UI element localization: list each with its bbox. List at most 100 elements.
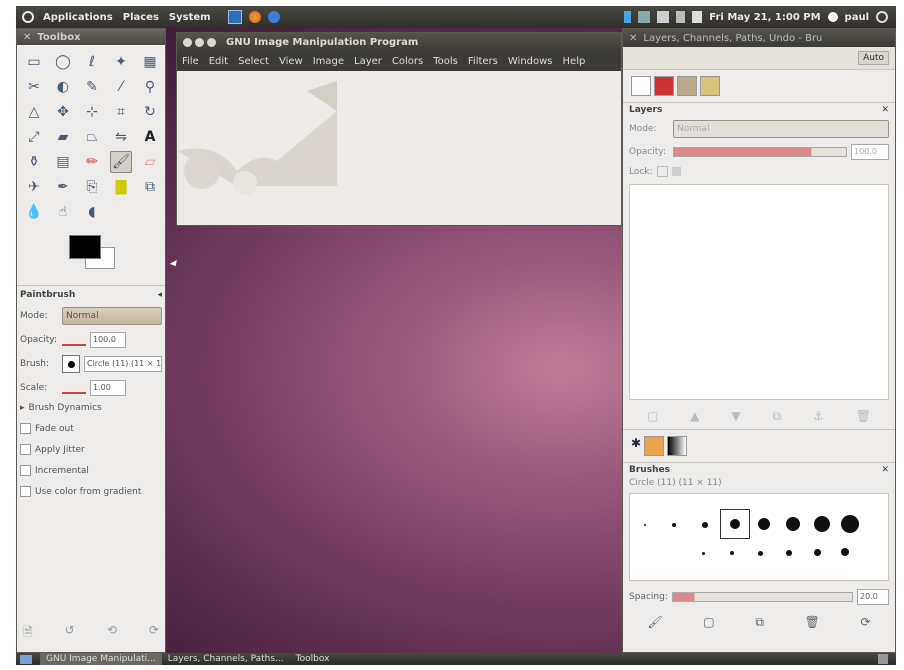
save-options-icon[interactable]: 🗎 <box>23 623 33 644</box>
rect-select-icon[interactable]: ▭ <box>23 51 45 73</box>
menu-system[interactable]: System <box>164 12 216 23</box>
layers-close-icon[interactable]: ✕ <box>881 105 889 115</box>
mail-icon[interactable] <box>657 11 670 23</box>
brush-dot[interactable] <box>644 524 646 526</box>
menu-select[interactable]: Select <box>233 56 274 67</box>
dock-titlebar[interactable]: ✕ Layers, Channels, Paths, Undo - Bru <box>623 29 895 47</box>
menu-applications[interactable]: Applications <box>38 12 118 23</box>
help-icon[interactable] <box>268 11 281 23</box>
brush-dot[interactable] <box>702 522 708 528</box>
launcher-icon[interactable] <box>228 10 243 24</box>
tab-layers[interactable] <box>631 76 651 96</box>
paths-icon[interactable]: ✎ <box>81 76 103 98</box>
color-picker-icon[interactable]: ⁄ <box>110 76 132 98</box>
paintbrush-icon[interactable]: 🖌 <box>110 151 132 173</box>
menu-layer[interactable]: Layer <box>349 56 387 67</box>
dodge-burn-icon[interactable]: ◖ <box>81 201 103 223</box>
crop-icon[interactable]: ⌗ <box>110 101 132 123</box>
scale-icon[interactable]: ⤢ <box>23 126 45 148</box>
auto-button[interactable]: Auto <box>858 51 889 65</box>
clock[interactable]: Fri May 21, 1:00 PM <box>709 12 820 23</box>
duplicate-brush-icon[interactable]: ⧉ <box>755 615 764 630</box>
brush-dot[interactable] <box>786 517 800 531</box>
brushes-close-icon[interactable]: ✕ <box>881 465 889 475</box>
minimize-window-icon[interactable] <box>195 37 204 47</box>
brush-dot[interactable] <box>672 523 676 527</box>
mode-combo[interactable]: Normal <box>62 307 162 325</box>
delete-options-icon[interactable]: ⟲ <box>107 623 117 644</box>
menu-help[interactable]: Help <box>558 56 591 67</box>
refresh-brushes-icon[interactable]: ⟳ <box>861 615 871 630</box>
tab-gradients[interactable] <box>667 436 688 456</box>
perspective-icon[interactable]: ⏢ <box>81 126 103 148</box>
opacity-slider[interactable] <box>62 334 86 346</box>
menu-view[interactable]: View <box>274 56 308 67</box>
tab-brushes[interactable]: ✱ <box>631 436 641 456</box>
flip-icon[interactable]: ⇋ <box>110 126 132 148</box>
configure-icon[interactable]: ◂ <box>157 290 162 300</box>
dock-close-icon[interactable]: ✕ <box>629 33 637 44</box>
lock-pixels-checkbox[interactable] <box>656 166 668 177</box>
close-window-icon[interactable] <box>183 37 192 47</box>
apply-jitter-checkbox[interactable] <box>20 444 31 455</box>
ubuntu-logo-icon[interactable] <box>22 11 34 23</box>
menu-windows[interactable]: Windows <box>503 56 558 67</box>
clone-icon[interactable]: ⎘ <box>81 176 103 198</box>
task-toolbox[interactable]: Toolbox <box>290 653 336 665</box>
brush-dynamics-label[interactable]: Brush Dynamics <box>29 403 102 413</box>
raise-layer-icon[interactable]: ▲ <box>690 409 699 424</box>
task-gimp-main[interactable]: GNU Image Manipulati... <box>40 653 162 665</box>
smudge-icon[interactable]: ☝ <box>52 201 74 223</box>
align-icon[interactable]: ⊹ <box>81 101 103 123</box>
brush-dot[interactable] <box>730 551 734 555</box>
scale-entry[interactable]: 1.00 <box>90 380 126 396</box>
menu-edit[interactable]: Edit <box>204 56 233 67</box>
foreground-color-swatch[interactable] <box>69 235 101 259</box>
menu-tools[interactable]: Tools <box>428 56 463 67</box>
incremental-checkbox[interactable] <box>20 465 31 476</box>
brush-dot[interactable] <box>841 515 859 533</box>
fuzzy-select-icon[interactable]: ✦ <box>110 51 132 73</box>
brush-grid[interactable] <box>629 493 889 581</box>
bluetooth-icon[interactable] <box>624 11 632 23</box>
power-icon[interactable] <box>876 11 888 23</box>
perspective-clone-icon[interactable]: ⧉ <box>139 176 161 198</box>
bucket-fill-icon[interactable]: ⚱ <box>23 151 45 173</box>
move-icon[interactable]: ✥ <box>52 101 74 123</box>
menu-image[interactable]: Image <box>308 56 349 67</box>
show-desktop-icon[interactable] <box>20 654 32 664</box>
rotate-icon[interactable]: ↻ <box>139 101 161 123</box>
free-select-icon[interactable]: ℓ <box>81 51 103 73</box>
paint-with-brush-icon[interactable]: 🖌 <box>647 615 662 630</box>
duplicate-layer-icon[interactable]: ⧉ <box>773 409 782 424</box>
restore-options-icon[interactable]: ↺ <box>65 623 75 644</box>
select-by-color-icon[interactable]: ▦ <box>139 51 161 73</box>
brush-dot[interactable] <box>758 551 763 556</box>
task-layers-dock[interactable]: Layers, Channels, Paths... <box>162 653 290 665</box>
lower-layer-icon[interactable]: ▼ <box>731 409 740 424</box>
blend-icon[interactable]: ▤ <box>52 151 74 173</box>
airbrush-icon[interactable]: ✈ <box>23 176 45 198</box>
brush-dot[interactable] <box>814 549 821 556</box>
tab-patterns[interactable] <box>644 436 665 456</box>
new-layer-icon[interactable]: ▢ <box>647 409 658 424</box>
tab-undo[interactable] <box>700 76 720 96</box>
close-icon[interactable]: ✕ <box>23 32 31 43</box>
main-titlebar[interactable]: GNU Image Manipulation Program <box>177 33 621 51</box>
menu-colors[interactable]: Colors <box>387 56 428 67</box>
spacing-slider[interactable] <box>671 592 853 602</box>
user-name[interactable]: paul <box>845 12 869 23</box>
brush-preview[interactable] <box>62 355 80 373</box>
menu-places[interactable]: Places <box>118 12 164 23</box>
layers-opacity-entry[interactable]: 100.0 <box>851 144 889 160</box>
gradient-color-checkbox[interactable] <box>20 486 31 497</box>
scissors-icon[interactable]: ✂ <box>23 76 45 98</box>
tab-paths[interactable] <box>677 76 697 96</box>
menu-file[interactable]: File <box>177 56 204 67</box>
blur-icon[interactable]: 💧 <box>23 201 45 223</box>
layer-list[interactable] <box>629 184 889 400</box>
delete-brush-icon[interactable]: 🗑 <box>805 615 820 630</box>
scale-slider[interactable] <box>62 382 86 394</box>
menu-filters[interactable]: Filters <box>463 56 503 67</box>
eraser-icon[interactable]: ▱ <box>139 151 161 173</box>
